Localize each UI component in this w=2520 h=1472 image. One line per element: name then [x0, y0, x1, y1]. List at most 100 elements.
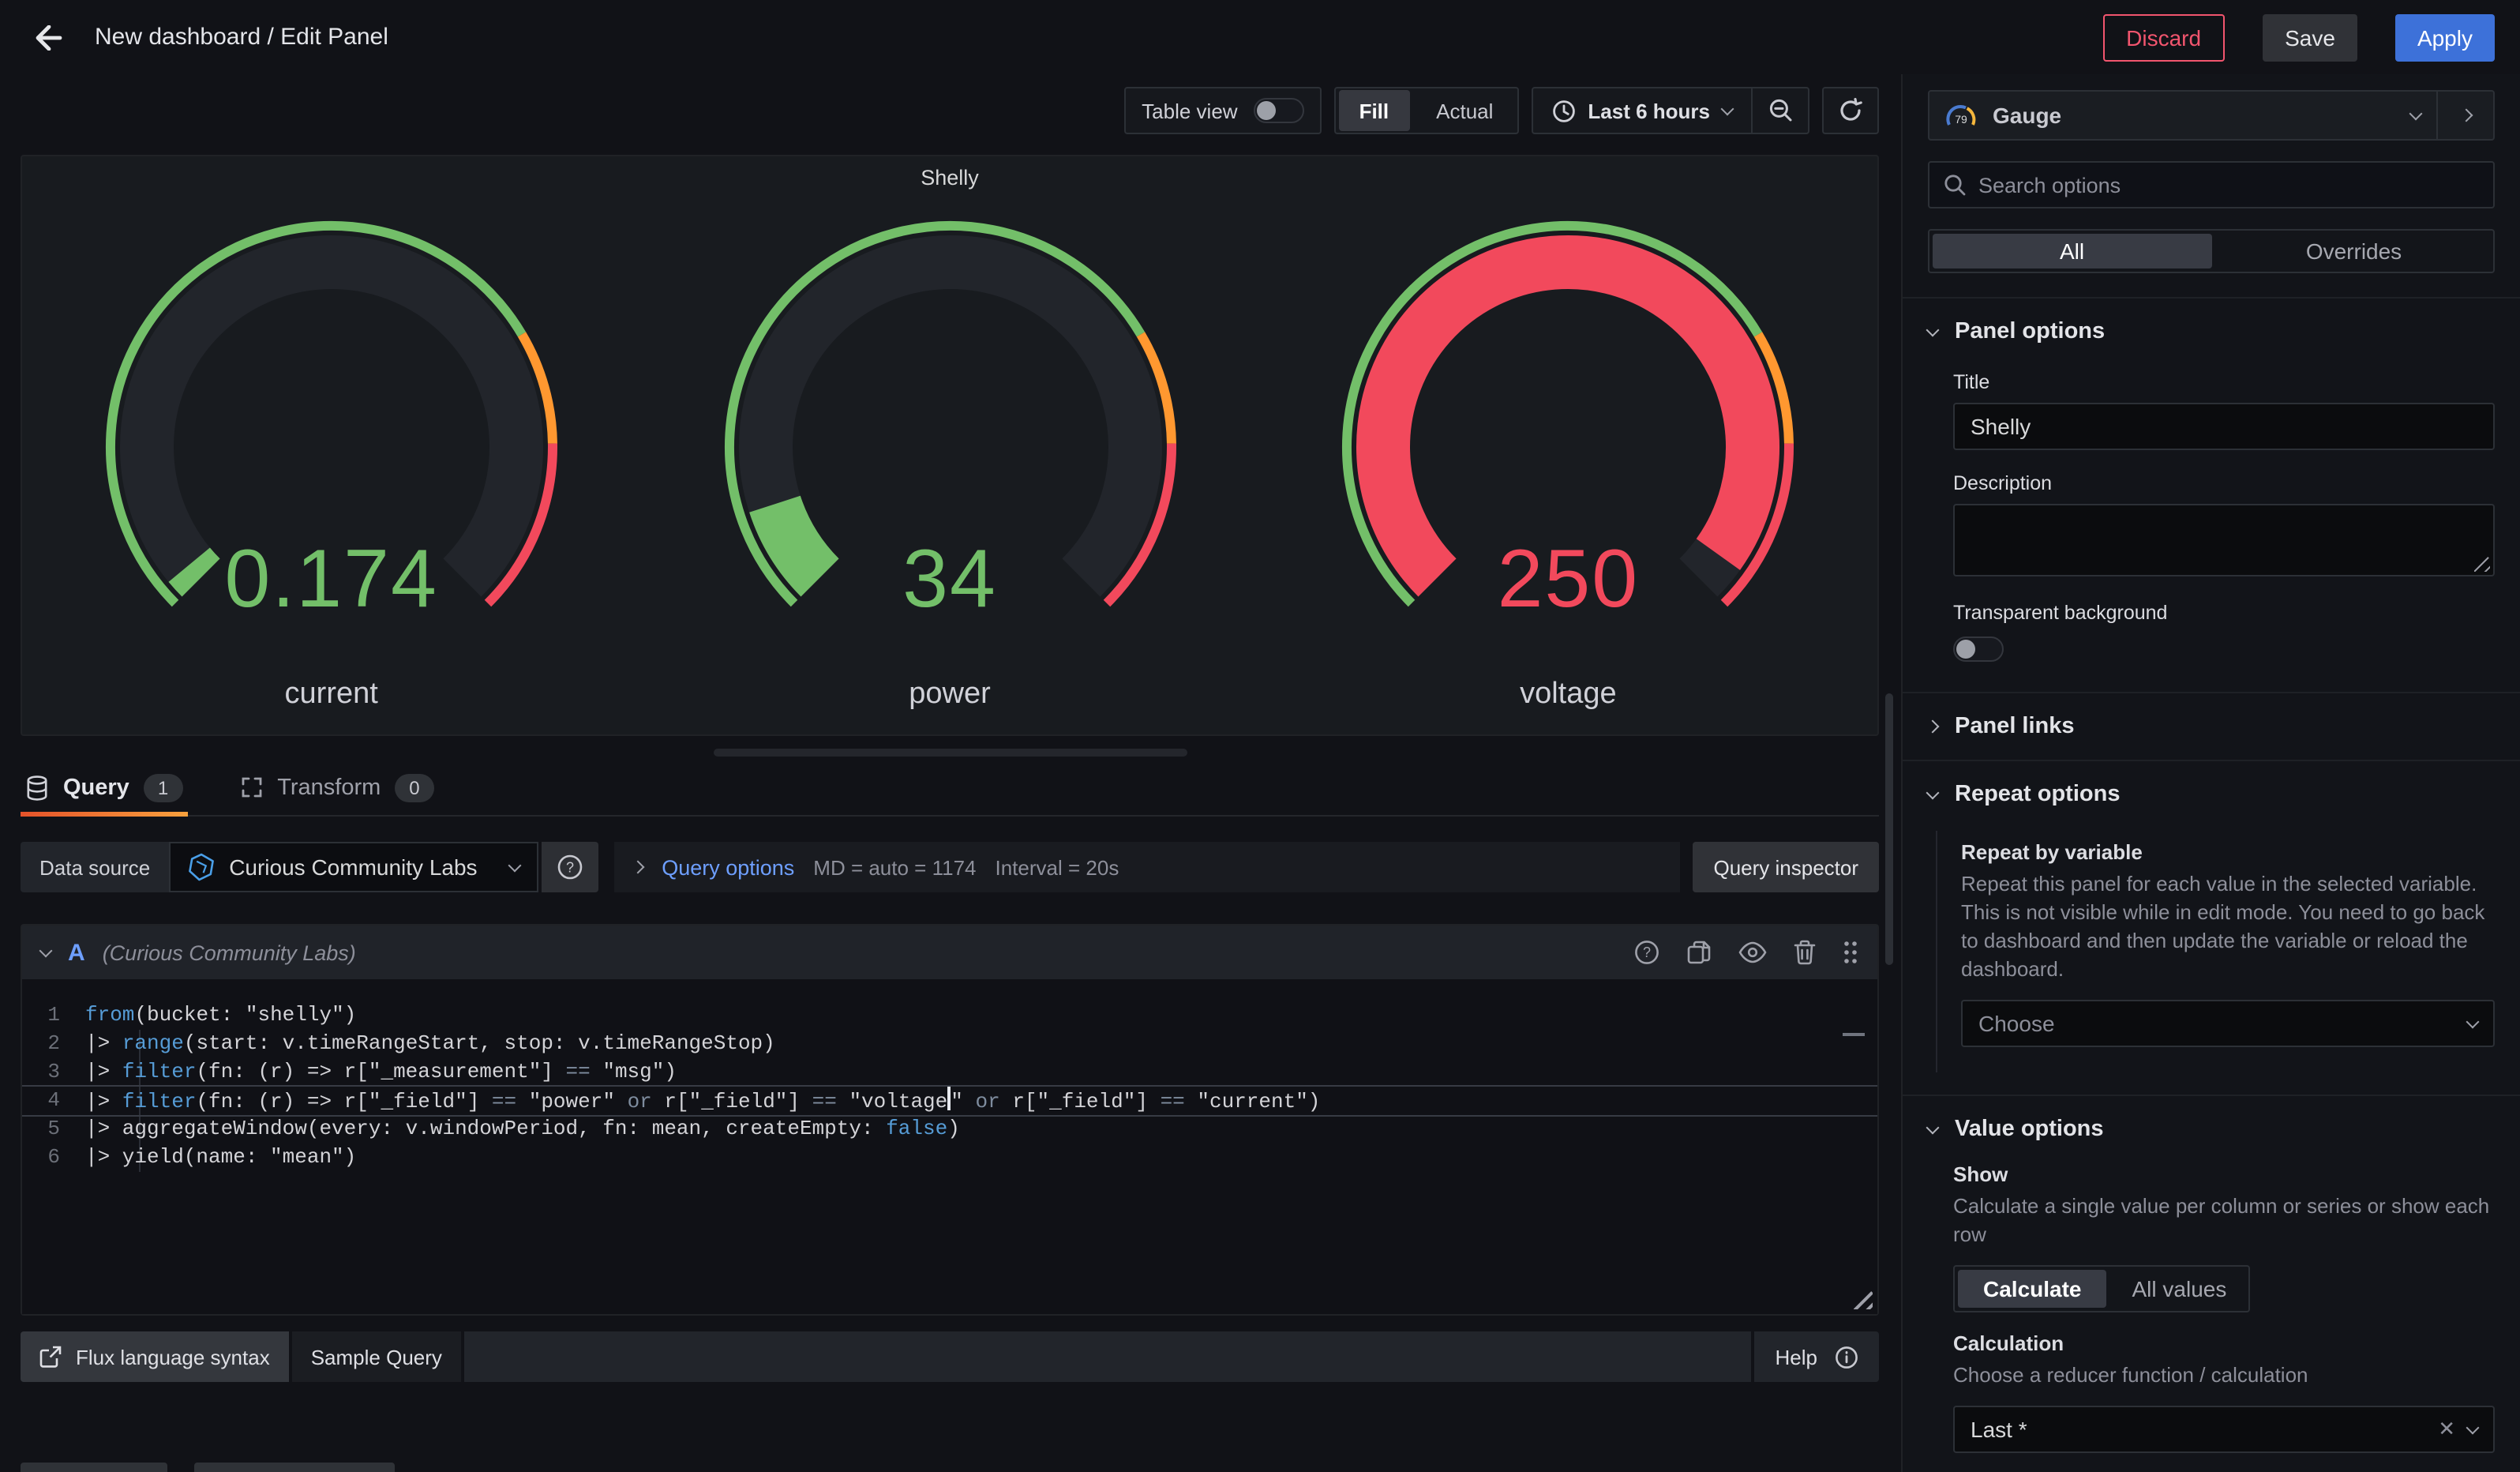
panel-title-input[interactable]: Shelly — [1953, 403, 2495, 450]
gauge-label: current — [285, 678, 378, 712]
table-view-label: Table view — [1142, 99, 1237, 122]
refresh-icon — [1838, 98, 1863, 123]
query-row-header[interactable]: A (Curious Community Labs) ? — [22, 926, 1877, 979]
gauge-panel[interactable]: Shelly 0.174current34power250voltage — [21, 155, 1879, 736]
repeat-description: Repeat this panel for each value in the … — [1961, 870, 2495, 984]
svg-text:79: 79 — [1955, 112, 1967, 125]
tab-query[interactable]: Query 1 — [21, 760, 187, 815]
chevron-down-icon — [1926, 323, 1940, 336]
code-line-1[interactable]: 1from(bucket: "shelly") — [22, 1001, 1877, 1030]
time-range-button[interactable]: Last 6 hours — [1532, 99, 1751, 122]
refresh-button[interactable] — [1822, 87, 1879, 134]
clock-icon — [1551, 99, 1575, 122]
tab-transform[interactable]: Transform 0 — [234, 760, 438, 815]
flux-code-editor[interactable]: 1from(bucket: "shelly")2 |> range(start:… — [22, 979, 1877, 1314]
repeat-variable-select[interactable]: Choose — [1961, 1000, 2495, 1047]
chevron-down-icon — [1926, 1121, 1940, 1134]
calculate-option[interactable]: Calculate — [1958, 1270, 2107, 1308]
influxdb-icon — [188, 853, 215, 881]
calculation-select[interactable]: Last * ✕ — [1953, 1406, 2495, 1453]
show-description: Calculate a single value per column or s… — [1953, 1192, 2495, 1249]
time-range-label: Last 6 hours — [1588, 99, 1710, 122]
sample-query-button[interactable]: Sample Query — [292, 1331, 461, 1382]
clear-icon[interactable]: ✕ — [2438, 1417, 2455, 1442]
section-repeat-options[interactable]: Repeat options — [1903, 761, 2520, 828]
chevron-down-icon — [1926, 786, 1940, 799]
textarea-resize-handle[interactable] — [2474, 556, 2490, 572]
code-line-4[interactable]: 4 |> filter(fn: (r) => r["_field"] == "p… — [22, 1087, 1877, 1115]
save-button[interactable]: Save — [2263, 13, 2357, 61]
duplicate-icon[interactable] — [1686, 940, 1712, 965]
chevron-down-icon — [2466, 1015, 2480, 1028]
section-panel-options[interactable]: Panel options — [1903, 299, 2520, 365]
add-query-button-partial[interactable] — [21, 1463, 167, 1472]
toggle-options-pane-button[interactable] — [2436, 92, 2493, 139]
chevron-right-icon — [2459, 109, 2473, 122]
line-number: 4 — [22, 1087, 85, 1115]
grafana-edit-panel: New dashboard / Edit Panel Discard Save … — [0, 0, 2520, 1472]
overview-ruler-mark — [1843, 1033, 1865, 1036]
all-overrides-switch: All Overrides — [1928, 229, 2495, 273]
discard-button[interactable]: Discard — [2102, 13, 2225, 61]
repeat-variable-placeholder: Choose — [1978, 1011, 2455, 1036]
transparent-bg-toggle[interactable] — [1953, 636, 2004, 662]
calculate-allvalues-switch: Calculate All values — [1953, 1265, 2250, 1312]
actual-option[interactable]: Actual — [1416, 90, 1513, 131]
info-circle-icon[interactable] — [1835, 1345, 1858, 1369]
fill-option[interactable]: Fill — [1339, 90, 1410, 131]
back-button[interactable] — [25, 13, 73, 61]
panel-description-textarea[interactable] — [1953, 504, 2495, 576]
code-line-6[interactable]: 6 |> yield(name: "mean") — [22, 1143, 1877, 1172]
add-expression-button-partial[interactable] — [194, 1463, 395, 1472]
code-line-3[interactable]: 3 |> filter(fn: (r) => r["_measurement"]… — [22, 1058, 1877, 1087]
visualization-picker-button[interactable]: 79 Gauge — [1929, 92, 2436, 139]
transform-icon — [239, 775, 263, 799]
time-picker: Last 6 hours — [1531, 87, 1809, 134]
description-field-label: Description — [1953, 472, 2495, 494]
datasource-row: Data source Curious Community Labs ? — [21, 842, 1879, 892]
code-line-2[interactable]: 2 |> range(start: v.timeRangeStart, stop… — [22, 1030, 1877, 1058]
chevron-right-icon — [1926, 720, 1940, 734]
query-options-bar: Query options MD = auto = 1174 Interval … — [614, 842, 1680, 892]
apply-button[interactable]: Apply — [2395, 13, 2495, 61]
editor-resize-handle[interactable] — [1854, 1290, 1873, 1309]
eye-icon[interactable] — [1738, 941, 1767, 963]
query-options-link[interactable]: Query options — [662, 855, 794, 879]
query-inspector-button[interactable]: Query inspector — [1693, 842, 1879, 892]
datasource-help-button[interactable]: ? — [542, 842, 598, 892]
query-datasource-hint: (Curious Community Labs) — [103, 941, 356, 964]
all-values-option[interactable]: All values — [2110, 1267, 2249, 1311]
datasource-picker[interactable]: Curious Community Labs — [169, 842, 538, 892]
drag-grip-icon[interactable] — [1843, 940, 1858, 965]
flux-syntax-button[interactable]: Flux language syntax — [21, 1331, 289, 1382]
calculation-label: Calculation — [1953, 1331, 2495, 1355]
help-circle-icon[interactable]: ? — [1634, 940, 1659, 965]
section-value-options[interactable]: Value options — [1903, 1096, 2520, 1162]
external-link-icon — [39, 1346, 62, 1368]
breadcrumb: New dashboard / Edit Panel — [95, 24, 388, 51]
tab-transform-label: Transform — [277, 775, 381, 800]
trash-icon[interactable] — [1794, 940, 1816, 965]
panel-resize-handle[interactable] — [713, 749, 1187, 757]
editor-footer: Flux language syntax Sample Query Help — [21, 1331, 1879, 1382]
tab-overrides[interactable]: Overrides — [2214, 231, 2493, 272]
query-count-badge: 1 — [144, 773, 182, 802]
query-editor-card: A (Curious Community Labs) ? — [21, 924, 1879, 1316]
help-button[interactable]: Help — [1776, 1345, 1818, 1369]
code-line-5[interactable]: 5 |> aggregateWindow(every: v.windowPeri… — [22, 1115, 1877, 1143]
zoom-out-button[interactable] — [1751, 88, 1808, 133]
tab-all[interactable]: All — [1933, 234, 2211, 268]
table-view-toggle[interactable] — [1254, 98, 1304, 123]
panel-title-value: Shelly — [1971, 414, 2031, 439]
search-icon — [1944, 174, 1966, 196]
search-options-input[interactable] — [1978, 173, 2479, 197]
section-panel-links[interactable]: Panel links — [1903, 693, 2520, 760]
chevron-right-icon[interactable] — [632, 861, 645, 874]
gauge-value: 0.174 — [22, 532, 640, 627]
zoom-out-icon — [1768, 98, 1793, 123]
panel-options-sidebar: 79 Gauge All Overrides — [1901, 74, 2520, 1472]
visualization-name: Gauge — [1993, 103, 2395, 128]
collapse-query-icon[interactable] — [39, 944, 53, 958]
content-scrollbar[interactable] — [1885, 693, 1893, 965]
transform-count-badge: 0 — [395, 773, 433, 802]
